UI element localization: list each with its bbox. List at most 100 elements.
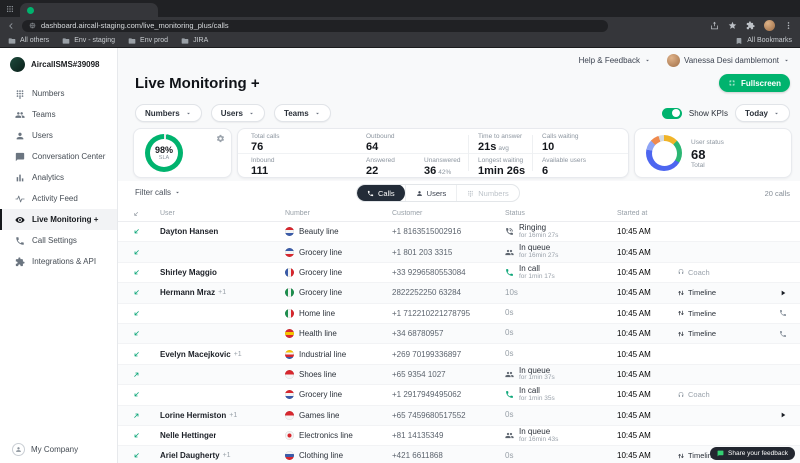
numbers-filter-dropdown[interactable]: Numbers [135, 104, 202, 122]
url-field[interactable]: dashboard.aircall-staging.com/live_monit… [22, 20, 608, 32]
bookmark-all-others[interactable]: All others [8, 37, 49, 45]
sidebar-item-conversation-center[interactable]: Conversation Center [0, 146, 117, 167]
sidebar-item-users[interactable]: Users [0, 125, 117, 146]
page-url: dashboard.aircall-staging.com/live_monit… [41, 21, 229, 30]
chevron-down-icon [248, 110, 255, 117]
all-bookmarks[interactable]: All Bookmarks [735, 37, 792, 45]
table-row[interactable]: Shoes line+65 9354 1027In queuefor 1min … [118, 365, 800, 385]
help-feedback-menu[interactable]: Help & Feedback [579, 56, 651, 65]
status-cell: In callfor 1min 17s [505, 265, 615, 281]
page-title: Live Monitoring + [135, 75, 260, 92]
column-header-user[interactable]: User [160, 210, 285, 217]
browser-profile-avatar[interactable] [764, 20, 775, 31]
teams-filter-label: Teams [284, 109, 309, 118]
tab-numbers[interactable]: Numbers [456, 184, 518, 202]
sidebar-item-analytics[interactable]: Analytics [0, 167, 117, 188]
period-label: Today [745, 109, 768, 118]
table-row[interactable]: Hermann Mraz+1Grocery line2822252250 632… [118, 283, 800, 303]
back-icon[interactable] [7, 22, 15, 30]
column-header-status[interactable]: Status [505, 210, 615, 217]
call-direction-cell [118, 227, 160, 236]
timeline-button[interactable]: Timeline [677, 329, 716, 338]
share-icon[interactable] [710, 21, 719, 30]
number-cell: Games line [285, 411, 392, 420]
line-name: Grocery line [299, 248, 342, 257]
users-filter-dropdown[interactable]: Users [211, 104, 265, 122]
call-direction-cell [118, 350, 160, 359]
table-row[interactable]: Grocery line+1 801 203 3315In queuefor 1… [118, 242, 800, 262]
filter-calls-dropdown[interactable]: Filter calls [135, 188, 181, 197]
column-header-customer[interactable]: Customer [392, 210, 505, 217]
sidebar: AircallSMS#39098 Numbers Teams Users Conver… [0, 48, 118, 463]
tab-users[interactable]: Users [405, 184, 457, 202]
bookmark-jira[interactable]: JIRA [181, 37, 208, 45]
bookmark-env-staging[interactable]: Env - staging [62, 37, 115, 45]
bookmark-env-prod[interactable]: Env prod [128, 37, 168, 45]
table-row[interactable]: Ariel Daugherty+1Clothing line+421 66118… [118, 446, 800, 463]
sidebar-item-my-company[interactable]: My Company [0, 443, 117, 456]
coach-button[interactable]: Coach [677, 390, 710, 399]
teams-filter-dropdown[interactable]: Teams [274, 104, 331, 122]
status-label: 0s [505, 411, 513, 419]
sidebar-item-call-settings[interactable]: Call Settings [0, 230, 117, 251]
table-row[interactable]: Evelyn Macejkovic+1Industrial line+269 7… [118, 344, 800, 364]
sidebar-item-live-monitoring[interactable]: Live Monitoring + [0, 209, 117, 230]
fullscreen-button[interactable]: Fullscreen [719, 74, 790, 92]
user-extra-count: +1 [234, 351, 242, 358]
transfer-call-button[interactable] [779, 309, 787, 317]
user-menu[interactable]: Vanessa Desi damblemont [667, 54, 790, 67]
puzzle-icon [15, 257, 25, 267]
period-dropdown[interactable]: Today [735, 104, 790, 122]
column-header-started-at[interactable]: Started at [615, 210, 677, 217]
sla-settings-button[interactable] [216, 134, 225, 143]
sidebar-item-label: Numbers [32, 89, 64, 98]
show-kpis-toggle[interactable] [662, 108, 682, 119]
user-cell: Dayton Hansen [160, 227, 285, 236]
sidebar-item-activity-feed[interactable]: Activity Feed [0, 188, 117, 209]
browser-chrome: dashboard.aircall-staging.com/live_monit… [0, 0, 800, 48]
workspace-switcher[interactable]: AircallSMS#39098 [0, 48, 117, 83]
sidebar-item-teams[interactable]: Teams [0, 104, 117, 125]
play-button[interactable] [779, 289, 787, 297]
bookmark-star-icon[interactable] [728, 21, 737, 30]
timeline-button[interactable]: Timeline [677, 288, 716, 297]
customer-cell: +65 7459680517552 [392, 411, 505, 420]
site-info-icon[interactable] [29, 22, 36, 29]
tab-calls[interactable]: Calls [357, 184, 405, 202]
browser-menu-icon[interactable] [784, 21, 793, 30]
timeline-button[interactable]: Timeline [677, 309, 716, 318]
status-text: 0s [505, 350, 513, 358]
table-row[interactable]: Home line+1 7122102212787950s10:45 AMTim… [118, 304, 800, 324]
table-row[interactable]: Nelle HettingerElectronics line+81 14135… [118, 426, 800, 446]
inbound-call-icon [132, 329, 141, 338]
sidebar-item-label: Users [32, 131, 53, 140]
actions-trail [769, 411, 800, 419]
sidebar-item-integrations-api[interactable]: Integrations & API [0, 251, 117, 272]
started-at: 10:45 AM [617, 451, 651, 460]
sidebar-item-numbers[interactable]: Numbers [0, 83, 117, 104]
user-cell: Hermann Mraz+1 [160, 288, 285, 297]
extensions-icon[interactable] [746, 21, 755, 30]
timeline-label: Timeline [688, 329, 716, 338]
play-button[interactable] [779, 411, 787, 419]
status-cell: In callfor 1min 35s [505, 387, 615, 403]
tab-search-icon[interactable] [6, 5, 14, 13]
table-row[interactable]: Grocery line+1 2917949495062In callfor 1… [118, 385, 800, 405]
inbound-call-icon [132, 268, 141, 277]
table-row[interactable]: Shirley MaggioGrocery line+33 9296580553… [118, 263, 800, 283]
status-text: In queuefor 16min 43s [519, 428, 558, 444]
started-at-cell: 10:45 AM [615, 350, 677, 359]
table-row[interactable]: Dayton HansenBeauty line+1 8163515002916… [118, 222, 800, 242]
line-name: Shoes line [299, 370, 336, 379]
table-row[interactable]: Lorine Hermiston+1Games line+65 74596805… [118, 406, 800, 426]
column-header-number[interactable]: Number [285, 210, 392, 217]
coach-button[interactable]: Coach [677, 268, 710, 277]
started-at: 10:45 AM [617, 227, 651, 236]
table-row[interactable]: Health line+34 687809570s10:45 AMTimelin… [118, 324, 800, 344]
country-flag-icon [285, 309, 294, 318]
number-cell: Industrial line [285, 350, 392, 359]
timeline-icon [677, 289, 685, 297]
transfer-call-button[interactable] [779, 330, 787, 338]
browser-tab[interactable] [20, 3, 158, 17]
share-feedback-button[interactable]: Share your feedback [710, 447, 795, 460]
